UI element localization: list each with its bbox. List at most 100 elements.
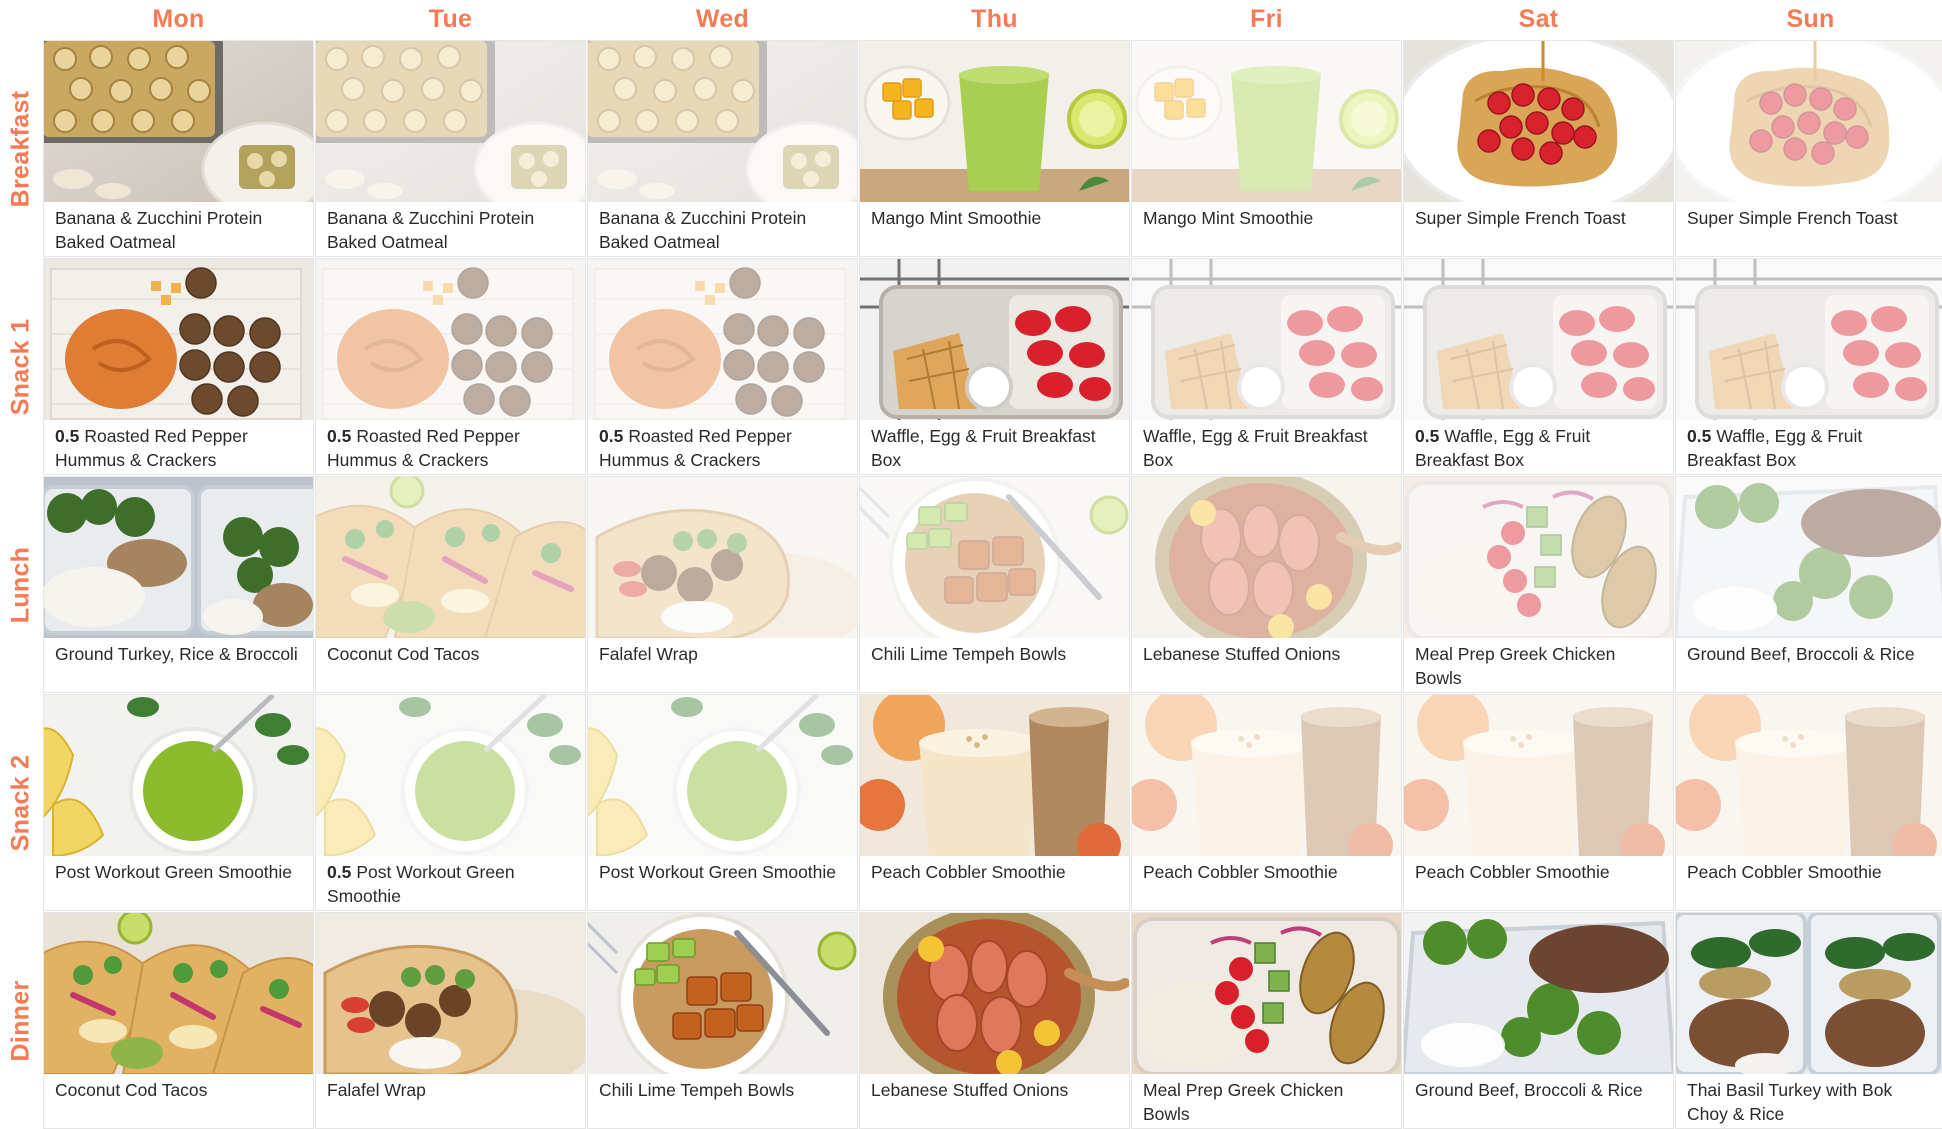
french-toast-raspberry-photo[interactable] xyxy=(1676,41,1942,202)
recipe-title[interactable]: Falafel Wrap xyxy=(327,1080,426,1100)
recipe-title[interactable]: Meal Prep Greek Chicken Bowls xyxy=(1143,1080,1343,1124)
tempeh-bowl-photo[interactable] xyxy=(860,477,1129,638)
recipe-card[interactable]: Banana & Zucchini Protein Baked Oatmeal xyxy=(43,40,314,257)
recipe-card[interactable]: 0.5 Roasted Red Pepper Hummus & Crackers xyxy=(315,258,586,475)
peach-smoothie-photo[interactable] xyxy=(1132,695,1401,856)
recipe-caption[interactable]: Coconut Cod Tacos xyxy=(316,638,585,692)
recipe-card[interactable]: Chili Lime Tempeh Bowls xyxy=(587,912,858,1129)
beef-broccoli-photo[interactable] xyxy=(1404,913,1673,1074)
recipe-card[interactable]: Post Workout Green Smoothie xyxy=(587,694,858,911)
recipe-card[interactable]: 0.5 Post Workout Green Smoothie xyxy=(315,694,586,911)
recipe-caption[interactable]: Ground Turkey, Rice & Broccoli xyxy=(44,638,313,692)
recipe-title[interactable]: Coconut Cod Tacos xyxy=(55,1080,207,1100)
tempeh-bowl-photo[interactable] xyxy=(588,913,857,1074)
recipe-card[interactable]: Waffle, Egg & Fruit Breakfast Box xyxy=(1131,258,1402,475)
recipe-caption[interactable]: Waffle, Egg & Fruit Breakfast Box xyxy=(860,420,1129,474)
baked-oatmeal-photo[interactable] xyxy=(44,41,313,202)
waffle-box-photo[interactable] xyxy=(1404,259,1673,420)
recipe-title[interactable]: Waffle, Egg & Fruit Breakfast Box xyxy=(1415,426,1590,470)
recipe-caption[interactable]: Post Workout Green Smoothie xyxy=(44,856,313,910)
recipe-title[interactable]: Mango Mint Smoothie xyxy=(1143,208,1313,228)
recipe-caption[interactable]: Lebanese Stuffed Onions xyxy=(1132,638,1401,692)
recipe-caption[interactable]: Mango Mint Smoothie xyxy=(1132,202,1401,256)
green-smoothie-banana-photo[interactable] xyxy=(44,695,313,856)
recipe-title[interactable]: Super Simple French Toast xyxy=(1415,208,1626,228)
recipe-card[interactable]: Meal Prep Greek Chicken Bowls xyxy=(1131,912,1402,1129)
recipe-title[interactable]: Thai Basil Turkey with Bok Choy & Rice xyxy=(1687,1080,1892,1124)
recipe-caption[interactable]: Peach Cobbler Smoothie xyxy=(1404,856,1673,910)
recipe-caption[interactable]: Meal Prep Greek Chicken Bowls xyxy=(1132,1074,1401,1128)
recipe-caption[interactable]: Ground Beef, Broccoli & Rice xyxy=(1404,1074,1673,1128)
recipe-caption[interactable]: 0.5 Post Workout Green Smoothie xyxy=(316,856,585,910)
recipe-card[interactable]: Peach Cobbler Smoothie xyxy=(859,694,1130,911)
greek-chicken-photo[interactable] xyxy=(1132,913,1401,1074)
recipe-title[interactable]: Chili Lime Tempeh Bowls xyxy=(871,644,1066,664)
recipe-caption[interactable]: Super Simple French Toast xyxy=(1676,202,1942,256)
french-toast-raspberry-photo[interactable] xyxy=(1404,41,1673,202)
recipe-card[interactable]: Ground Beef, Broccoli & Rice xyxy=(1675,476,1942,693)
recipe-caption[interactable]: Banana & Zucchini Protein Baked Oatmeal xyxy=(316,202,585,256)
recipe-title[interactable]: Waffle, Egg & Fruit Breakfast Box xyxy=(1143,426,1368,470)
falafel-wrap-photo[interactable] xyxy=(588,477,857,638)
recipe-card[interactable]: Super Simple French Toast xyxy=(1403,40,1674,257)
green-smoothie-banana-photo[interactable] xyxy=(316,695,585,856)
recipe-caption[interactable]: Lebanese Stuffed Onions xyxy=(860,1074,1129,1128)
recipe-title[interactable]: Banana & Zucchini Protein Baked Oatmeal xyxy=(599,208,806,252)
greek-chicken-photo[interactable] xyxy=(1404,477,1673,638)
recipe-card[interactable]: Peach Cobbler Smoothie xyxy=(1675,694,1942,911)
thai-basil-turkey-photo[interactable] xyxy=(1676,913,1942,1074)
recipe-card[interactable]: 0.5 Roasted Red Pepper Hummus & Crackers xyxy=(587,258,858,475)
recipe-card[interactable]: Post Workout Green Smoothie xyxy=(43,694,314,911)
recipe-caption[interactable]: Peach Cobbler Smoothie xyxy=(1132,856,1401,910)
recipe-card[interactable]: 0.5 Waffle, Egg & Fruit Breakfast Box xyxy=(1675,258,1942,475)
recipe-title[interactable]: Banana & Zucchini Protein Baked Oatmeal xyxy=(327,208,534,252)
green-smoothie-mango-photo[interactable] xyxy=(1132,41,1401,202)
recipe-title[interactable]: Meal Prep Greek Chicken Bowls xyxy=(1415,644,1615,688)
recipe-caption[interactable]: Coconut Cod Tacos xyxy=(44,1074,313,1128)
recipe-card[interactable]: Mango Mint Smoothie xyxy=(859,40,1130,257)
waffle-box-photo[interactable] xyxy=(860,259,1129,420)
recipe-title[interactable]: Peach Cobbler Smoothie xyxy=(1143,862,1338,882)
recipe-card[interactable]: Lebanese Stuffed Onions xyxy=(859,912,1130,1129)
recipe-title[interactable]: Post Workout Green Smoothie xyxy=(599,862,836,882)
recipe-card[interactable]: 0.5 Roasted Red Pepper Hummus & Crackers xyxy=(43,258,314,475)
recipe-caption[interactable]: Chili Lime Tempeh Bowls xyxy=(860,638,1129,692)
recipe-caption[interactable]: Peach Cobbler Smoothie xyxy=(860,856,1129,910)
recipe-title[interactable]: Roasted Red Pepper Hummus & Crackers xyxy=(327,426,520,470)
recipe-title[interactable]: Chili Lime Tempeh Bowls xyxy=(599,1080,794,1100)
recipe-title[interactable]: Roasted Red Pepper Hummus & Crackers xyxy=(599,426,792,470)
recipe-title[interactable]: Super Simple French Toast xyxy=(1687,208,1898,228)
recipe-caption[interactable]: Banana & Zucchini Protein Baked Oatmeal xyxy=(588,202,857,256)
recipe-caption[interactable]: Waffle, Egg & Fruit Breakfast Box xyxy=(1132,420,1401,474)
fish-tacos-photo[interactable] xyxy=(316,477,585,638)
recipe-card[interactable]: Thai Basil Turkey with Bok Choy & Rice xyxy=(1675,912,1942,1129)
recipe-card[interactable]: Ground Beef, Broccoli & Rice xyxy=(1403,912,1674,1129)
fish-tacos-photo[interactable] xyxy=(44,913,313,1074)
recipe-caption[interactable]: Falafel Wrap xyxy=(588,638,857,692)
recipe-card[interactable]: Peach Cobbler Smoothie xyxy=(1131,694,1402,911)
peach-smoothie-photo[interactable] xyxy=(860,695,1129,856)
waffle-box-photo[interactable] xyxy=(1132,259,1401,420)
recipe-card[interactable]: Waffle, Egg & Fruit Breakfast Box xyxy=(859,258,1130,475)
recipe-title[interactable]: Peach Cobbler Smoothie xyxy=(1687,862,1882,882)
recipe-card[interactable]: Chili Lime Tempeh Bowls xyxy=(859,476,1130,693)
stuffed-onions-photo[interactable] xyxy=(1132,477,1401,638)
recipe-title[interactable]: Waffle, Egg & Fruit Breakfast Box xyxy=(871,426,1096,470)
recipe-caption[interactable]: 0.5 Waffle, Egg & Fruit Breakfast Box xyxy=(1676,420,1942,474)
beef-broccoli-photo[interactable] xyxy=(1676,477,1942,638)
recipe-caption[interactable]: Mango Mint Smoothie xyxy=(860,202,1129,256)
peach-smoothie-photo[interactable] xyxy=(1404,695,1673,856)
recipe-caption[interactable]: Peach Cobbler Smoothie xyxy=(1676,856,1942,910)
recipe-card[interactable]: Meal Prep Greek Chicken Bowls xyxy=(1403,476,1674,693)
turkey-rice-broccoli-photo[interactable] xyxy=(44,477,313,638)
peach-smoothie-photo[interactable] xyxy=(1676,695,1942,856)
recipe-card[interactable]: Lebanese Stuffed Onions xyxy=(1131,476,1402,693)
recipe-title[interactable]: Lebanese Stuffed Onions xyxy=(871,1080,1068,1100)
recipe-title[interactable]: Post Workout Green Smoothie xyxy=(55,862,292,882)
recipe-card[interactable]: Falafel Wrap xyxy=(315,912,586,1129)
recipe-title[interactable]: Waffle, Egg & Fruit Breakfast Box xyxy=(1687,426,1862,470)
recipe-card[interactable]: Coconut Cod Tacos xyxy=(315,476,586,693)
recipe-title[interactable]: Ground Turkey, Rice & Broccoli xyxy=(55,644,298,664)
recipe-card[interactable]: Banana & Zucchini Protein Baked Oatmeal xyxy=(315,40,586,257)
recipe-title[interactable]: Banana & Zucchini Protein Baked Oatmeal xyxy=(55,208,262,252)
